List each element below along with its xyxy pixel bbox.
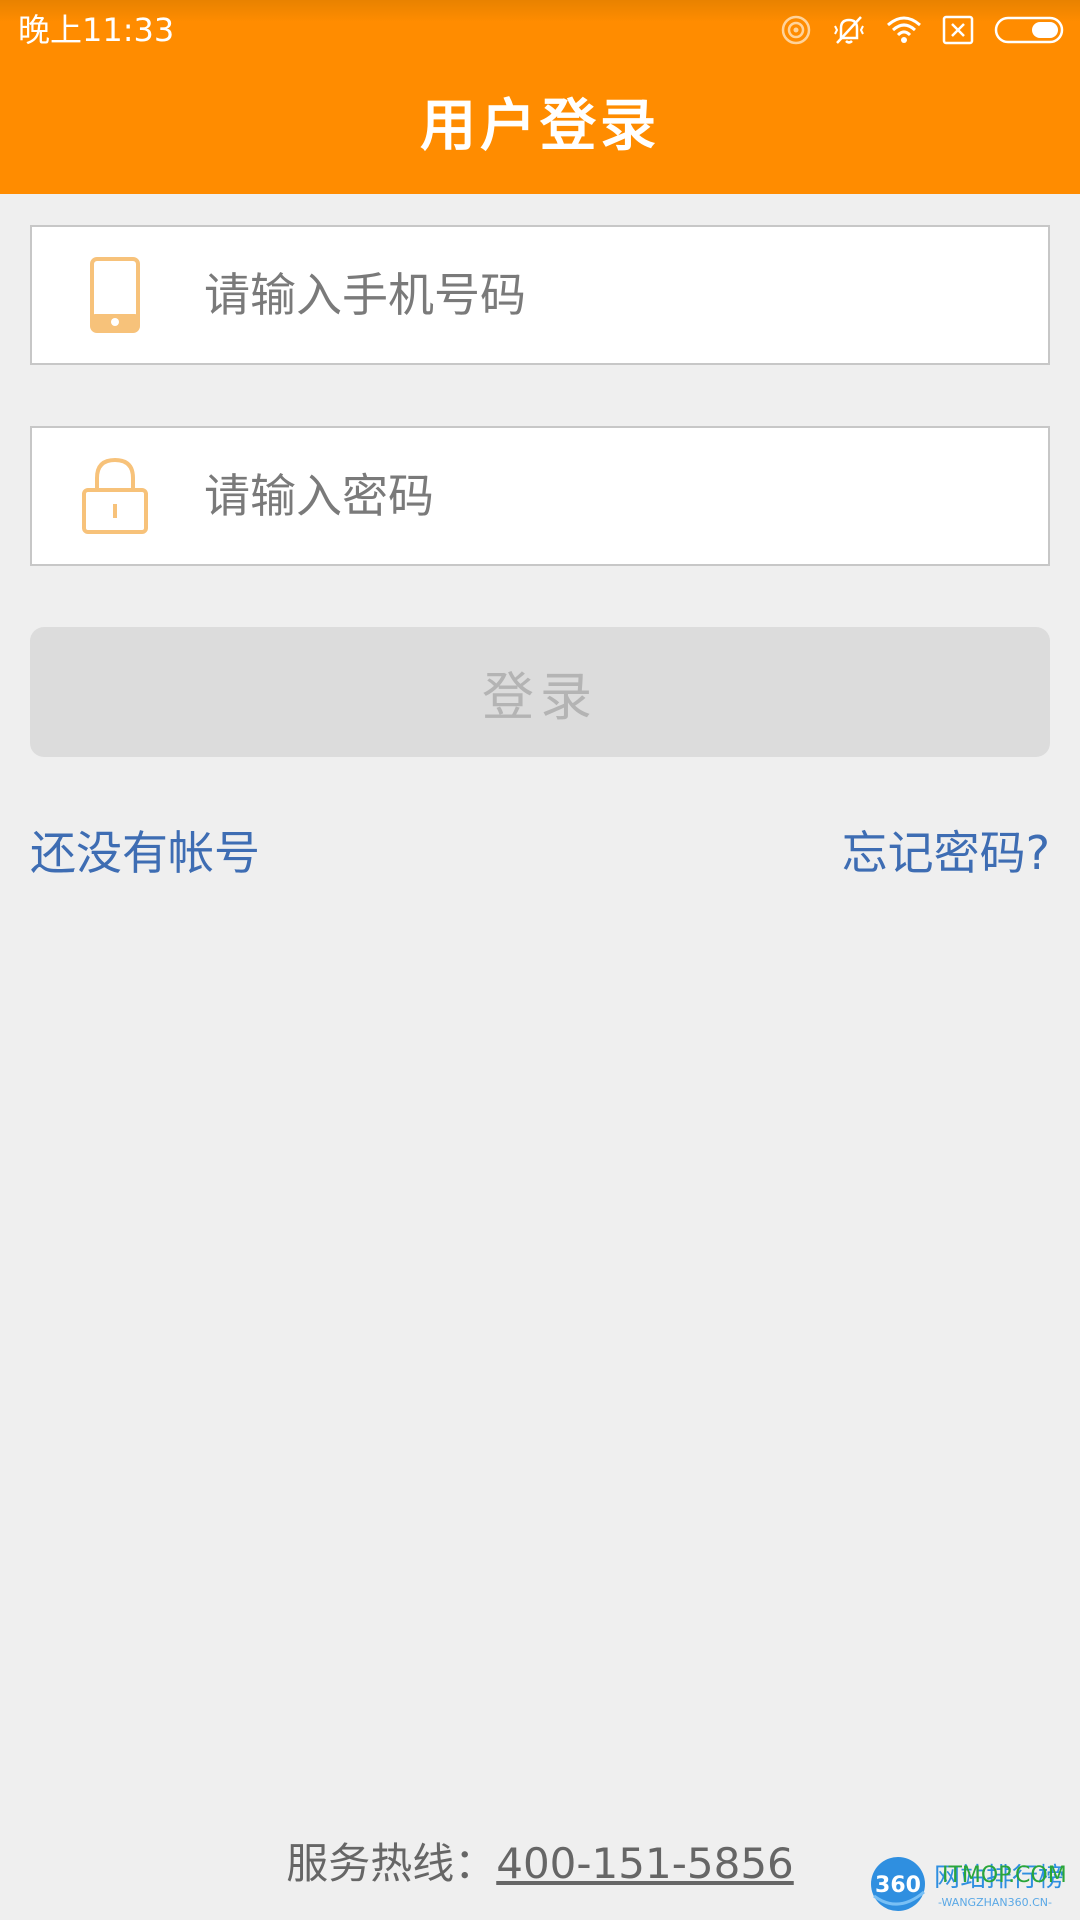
sim-disabled-icon	[942, 15, 974, 45]
watermark-logo: 360 网站排行榜 ITMOP.COM -WANGZHAN360.CN-	[868, 1852, 1080, 1916]
lock-icon	[40, 428, 190, 564]
svg-text:-WANGZHAN360.CN-: -WANGZHAN360.CN-	[938, 1896, 1052, 1909]
register-link[interactable]: 还没有帐号	[30, 822, 260, 884]
forgot-password-link[interactable]: 忘记密码?	[842, 822, 1050, 884]
svg-text:ITMOP.COM: ITMOP.COM	[942, 1863, 1067, 1888]
battery-icon	[994, 15, 1066, 45]
phone-field[interactable]	[30, 225, 1050, 365]
password-input[interactable]	[190, 428, 1048, 564]
status-icons	[780, 12, 1066, 48]
phone-input[interactable]	[190, 227, 1048, 363]
login-button[interactable]: 登录	[30, 627, 1050, 757]
status-bar: 晚上11:33	[0, 0, 1080, 60]
app-header: 晚上11:33 用户登录	[0, 0, 1080, 194]
status-time: 晚上11:33	[18, 11, 175, 49]
svg-text:360: 360	[875, 1873, 921, 1898]
vibrate-off-icon	[832, 14, 866, 46]
title-bar: 用户登录	[0, 60, 1080, 194]
login-screen: 晚上11:33 用户登录 请输入手机号码 登录 还没有帐号 忘记密码? 服务热线…	[0, 0, 1080, 1920]
hotspot-icon	[780, 14, 812, 46]
hotline-number-link[interactable]: 400-151-5856	[496, 1839, 794, 1888]
page-title: 用户登录	[420, 94, 660, 159]
wifi-icon	[886, 15, 922, 45]
phone-icon	[40, 227, 190, 363]
hotline-label: 服务热线：	[286, 1839, 497, 1888]
password-field[interactable]	[30, 426, 1050, 566]
